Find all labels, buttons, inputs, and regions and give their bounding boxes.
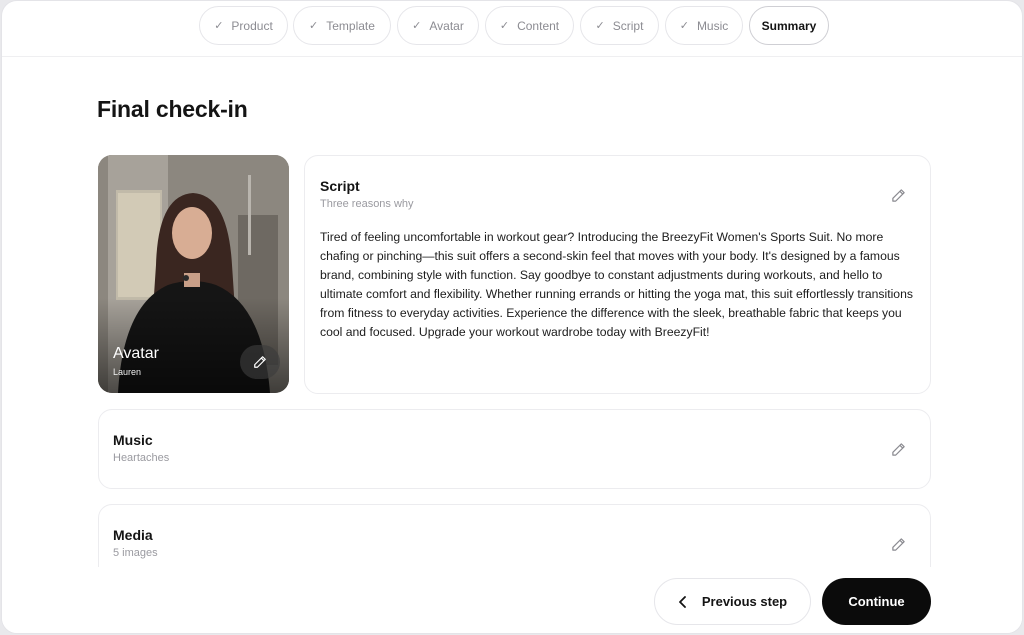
check-icon: ✓: [309, 20, 319, 32]
page-title: Final check-in: [97, 96, 248, 122]
music-card: Music Heartaches: [98, 409, 931, 489]
previous-step-label: Previous step: [701, 594, 788, 609]
stepper: ✓ Product ✓ Template ✓ Avatar ✓ Content …: [2, 1, 1022, 57]
app-window: ✓ Product ✓ Template ✓ Avatar ✓ Content …: [1, 0, 1023, 634]
avatar-name: Lauren: [113, 367, 142, 377]
step-label: Template: [326, 18, 375, 33]
step-music[interactable]: ✓ Music: [665, 6, 743, 45]
check-icon: ✓: [499, 20, 510, 32]
step-content[interactable]: ✓ Content: [485, 6, 574, 45]
continue-label: Continue: [848, 594, 905, 609]
pencil-icon: [891, 442, 905, 456]
step-script[interactable]: ✓ Script: [580, 6, 659, 45]
step-label: Summary: [761, 18, 817, 33]
continue-button[interactable]: Continue: [822, 578, 931, 625]
pencil-icon: [891, 188, 905, 202]
script-subtitle: Three reasons why: [320, 198, 414, 210]
previous-step-button[interactable]: Previous step: [654, 578, 811, 625]
step-avatar[interactable]: ✓ Avatar: [397, 6, 479, 45]
edit-script-button[interactable]: [886, 183, 910, 207]
step-label: Script: [612, 18, 644, 33]
pencil-icon: [254, 356, 266, 368]
step-label: Avatar: [429, 18, 464, 33]
edit-music-button[interactable]: [886, 437, 910, 461]
check-icon: ✓: [595, 20, 605, 32]
media-subtitle: 5 images: [113, 547, 158, 559]
media-title: Media: [113, 527, 153, 543]
script-title: Script: [320, 178, 360, 194]
step-product[interactable]: ✓ Product: [199, 6, 288, 45]
edit-avatar-button[interactable]: [240, 345, 280, 379]
script-text: Tired of feeling uncomfortable in workou…: [320, 230, 913, 339]
check-icon: ✓: [679, 20, 689, 32]
avatar-card[interactable]: Avatar Lauren: [98, 155, 289, 393]
music-title: Music: [113, 432, 153, 448]
script-card: Script Three reasons why Tired of feelin…: [304, 155, 931, 394]
music-subtitle: Heartaches: [113, 452, 170, 464]
check-icon: ✓: [412, 20, 422, 32]
avatar-title: Avatar: [113, 345, 159, 362]
step-template[interactable]: ✓ Template: [293, 6, 391, 45]
edit-media-button[interactable]: [886, 532, 910, 556]
step-label: Product: [231, 18, 273, 33]
pencil-icon: [891, 537, 905, 551]
check-icon: ✓: [214, 20, 224, 32]
step-label: Content: [517, 18, 560, 33]
step-summary[interactable]: Summary: [749, 6, 829, 45]
chevron-left-icon: [678, 595, 686, 608]
step-label: Music: [696, 18, 729, 33]
